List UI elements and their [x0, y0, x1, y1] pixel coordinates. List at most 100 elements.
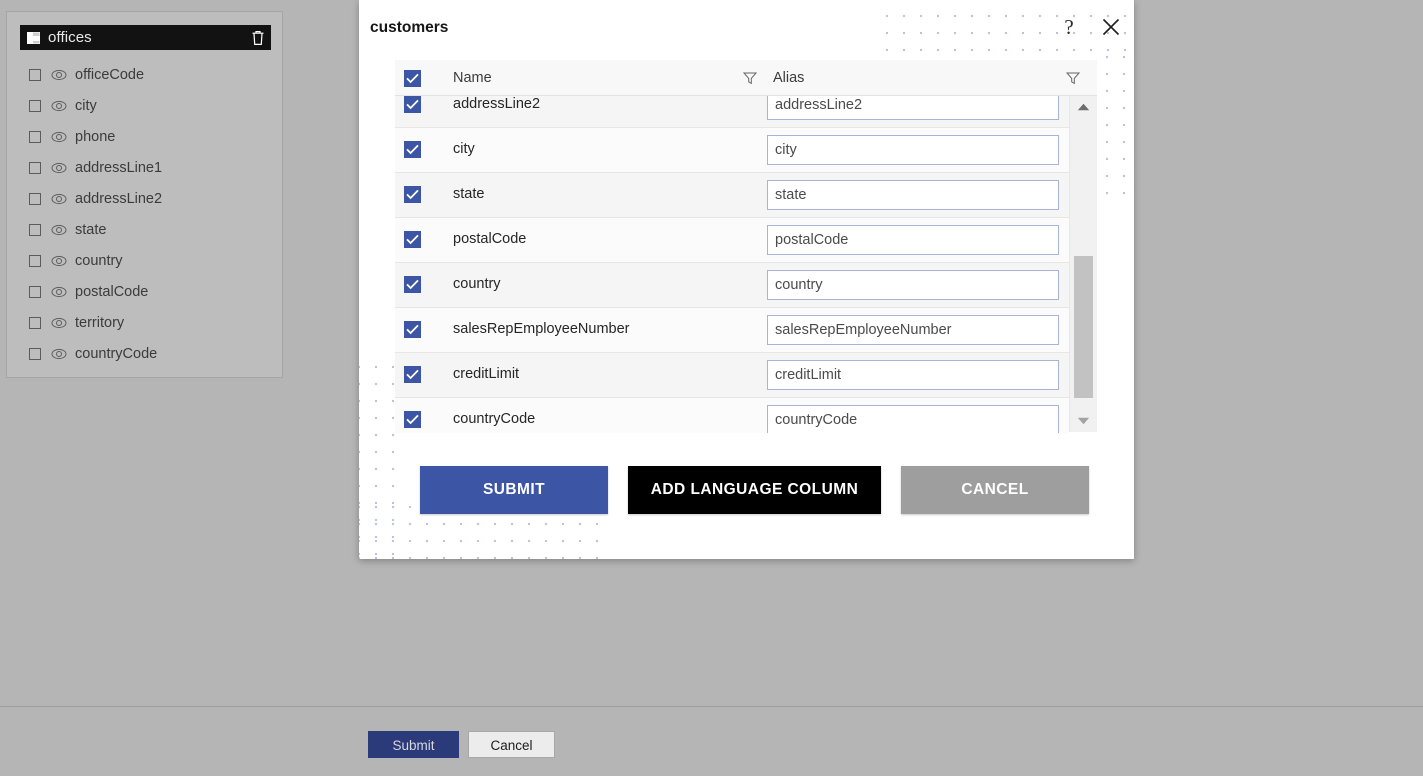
grid-row[interactable]: postalCode: [395, 218, 1069, 263]
row-select-checkbox[interactable]: [404, 276, 421, 293]
eye-icon[interactable]: [41, 193, 67, 205]
customers-mapping-dialog: customers ? Name Alias addressLine2 addr…: [359, 0, 1134, 559]
entity-field-row[interactable]: officeCode: [20, 59, 271, 90]
field-label: countryCode: [75, 345, 158, 362]
row-column-name: addressLine2: [453, 96, 541, 112]
dialog-action-bar: SUBMIT ADD LANGUAGE COLUMN CANCEL: [420, 466, 1089, 514]
app-root: offices officeCode city phone addressLine1 a…: [0, 0, 1423, 776]
alias-input[interactable]: [767, 135, 1059, 165]
alias-input[interactable]: [767, 96, 1059, 120]
select-all-checkbox[interactable]: [404, 70, 421, 87]
decorative-dot-pattern-right-strip: [1105, 55, 1134, 197]
field-label: country: [75, 252, 123, 269]
grid-row[interactable]: countryCode: [395, 398, 1069, 433]
help-icon[interactable]: ?: [1056, 14, 1082, 40]
page-cancel-button[interactable]: Cancel: [468, 731, 555, 758]
field-select-checkbox[interactable]: [29, 68, 41, 81]
eye-icon[interactable]: [41, 100, 67, 112]
field-select-checkbox[interactable]: [29, 161, 41, 174]
alias-input[interactable]: [767, 315, 1059, 345]
entity-panel-offices[interactable]: offices officeCode city phone addressLine1 a…: [6, 11, 283, 378]
field-label: territory: [75, 314, 125, 331]
entity-field-list: officeCode city phone addressLine1 addressLi…: [20, 59, 271, 369]
scrollbar-thumb[interactable]: [1074, 256, 1093, 398]
field-label: addressLine1: [75, 159, 163, 176]
eye-icon[interactable]: [41, 348, 67, 360]
field-select-checkbox[interactable]: [29, 316, 41, 329]
grid-row[interactable]: salesRepEmployeeNumber: [395, 308, 1069, 353]
page-button-row: Submit Cancel: [368, 731, 555, 758]
entity-field-row[interactable]: phone: [20, 121, 271, 152]
grid-row[interactable]: city: [395, 128, 1069, 173]
dialog-cancel-button[interactable]: CANCEL: [901, 466, 1089, 514]
grid-rows-container: addressLine2 city state postalCode country sa…: [395, 96, 1069, 433]
grid-body: addressLine2 city state postalCode country sa…: [395, 96, 1097, 433]
field-select-checkbox[interactable]: [29, 285, 41, 298]
dialog-submit-button[interactable]: SUBMIT: [420, 466, 608, 514]
row-select-checkbox[interactable]: [404, 186, 421, 203]
eye-icon[interactable]: [41, 69, 67, 81]
row-column-name: postalCode: [453, 231, 527, 247]
grid-vertical-scrollbar[interactable]: [1069, 96, 1097, 432]
field-select-checkbox[interactable]: [29, 223, 41, 236]
field-label: officeCode: [75, 66, 145, 83]
page-submit-button[interactable]: Submit: [368, 731, 459, 758]
row-select-checkbox[interactable]: [404, 411, 421, 428]
eye-icon[interactable]: [41, 317, 67, 329]
row-select-checkbox[interactable]: [404, 321, 421, 338]
eye-icon[interactable]: [41, 255, 67, 267]
entity-field-row[interactable]: territory: [20, 307, 271, 338]
entity-field-row[interactable]: country: [20, 245, 271, 276]
eye-icon[interactable]: [41, 162, 67, 174]
field-select-checkbox[interactable]: [29, 130, 41, 143]
grid-row[interactable]: state: [395, 173, 1069, 218]
entity-field-row[interactable]: addressLine2: [20, 183, 271, 214]
field-label: addressLine2: [75, 190, 163, 207]
field-select-checkbox[interactable]: [29, 254, 41, 267]
alias-input[interactable]: [767, 360, 1059, 390]
entity-field-row[interactable]: countryCode: [20, 338, 271, 369]
dialog-title: customers: [370, 19, 449, 36]
grid-header-row: Name Alias: [395, 60, 1097, 96]
eye-icon[interactable]: [41, 131, 67, 143]
entity-field-row[interactable]: postalCode: [20, 276, 271, 307]
scroll-up-arrow-icon[interactable]: [1070, 96, 1097, 118]
row-column-name: state: [453, 186, 485, 202]
entity-panel-header[interactable]: offices: [20, 25, 271, 50]
row-select-checkbox[interactable]: [404, 141, 421, 158]
row-column-name: salesRepEmployeeNumber: [453, 321, 630, 337]
field-label: state: [75, 221, 107, 238]
column-header-alias: Alias: [773, 69, 805, 86]
entity-field-row[interactable]: city: [20, 90, 271, 121]
grid-row[interactable]: country: [395, 263, 1069, 308]
eye-icon[interactable]: [41, 286, 67, 298]
filter-funnel-icon-name[interactable]: [743, 71, 757, 85]
field-select-checkbox[interactable]: [29, 347, 41, 360]
eye-icon[interactable]: [41, 224, 67, 236]
column-header-name: Name: [453, 69, 492, 86]
entity-field-row[interactable]: addressLine1: [20, 152, 271, 183]
grid-row[interactable]: addressLine2: [395, 96, 1069, 128]
row-select-checkbox[interactable]: [404, 231, 421, 248]
row-select-checkbox[interactable]: [404, 96, 421, 113]
decorative-dot-pattern-top-right: [885, 0, 1134, 55]
grid-row[interactable]: creditLimit: [395, 353, 1069, 398]
entity-field-row[interactable]: state: [20, 214, 271, 245]
row-column-name: city: [453, 141, 475, 157]
field-select-checkbox[interactable]: [29, 99, 41, 112]
filter-funnel-icon-alias[interactable]: [1066, 71, 1080, 85]
alias-input[interactable]: [767, 270, 1059, 300]
field-label: phone: [75, 128, 116, 145]
trash-icon[interactable]: [250, 29, 266, 46]
alias-input[interactable]: [767, 225, 1059, 255]
scroll-down-arrow-icon[interactable]: [1070, 410, 1097, 432]
alias-input[interactable]: [767, 405, 1059, 433]
alias-input[interactable]: [767, 180, 1059, 210]
column-mapping-grid: Name Alias addressLine2 city state postalCo…: [395, 60, 1097, 433]
add-language-column-button[interactable]: ADD LANGUAGE COLUMN: [628, 466, 881, 514]
row-select-checkbox[interactable]: [404, 366, 421, 383]
field-select-checkbox[interactable]: [29, 192, 41, 205]
field-label: postalCode: [75, 283, 149, 300]
field-label: city: [75, 97, 97, 114]
table-icon: [27, 31, 40, 44]
